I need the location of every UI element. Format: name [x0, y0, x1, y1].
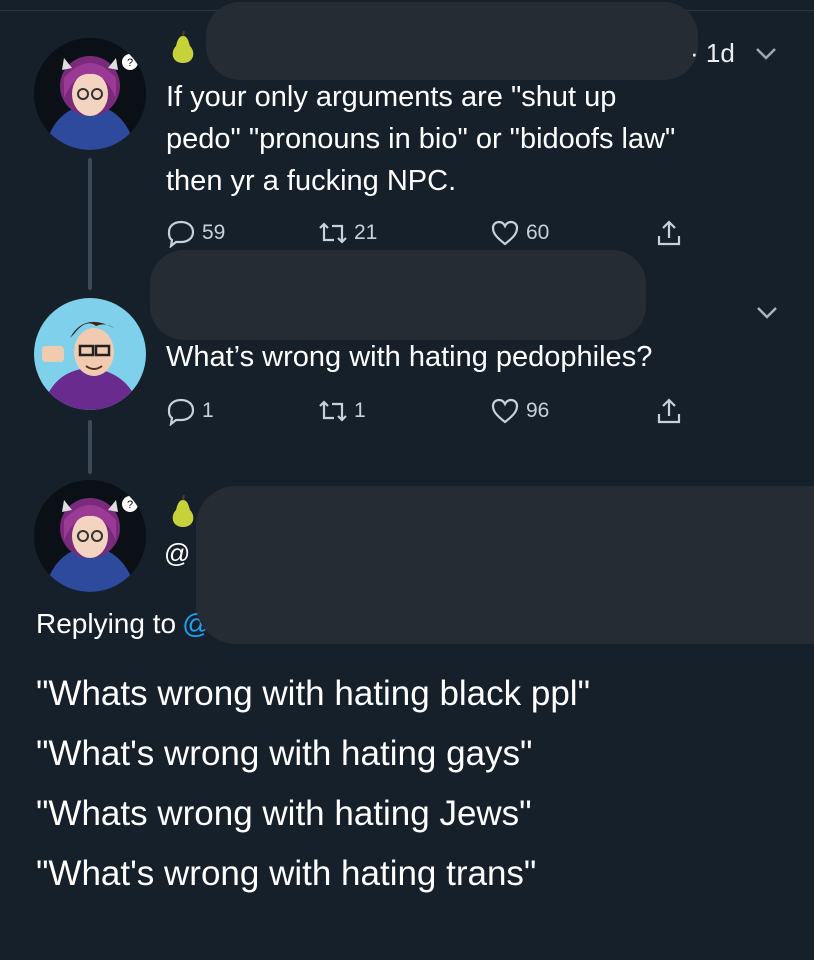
like-count: 96 — [526, 399, 550, 422]
thread-connector — [88, 158, 92, 290]
like-button[interactable]: 60 — [490, 218, 549, 248]
retweet-icon — [319, 400, 347, 422]
pear-emoji — [172, 30, 194, 63]
reply-count: 1 — [202, 399, 214, 422]
reply-button[interactable]: 59 — [166, 218, 225, 248]
chevron-down-icon[interactable] — [756, 306, 778, 320]
user-handle[interactable]: @ — [164, 538, 190, 569]
svg-text:?: ? — [127, 499, 133, 511]
tweet-line: If your only arguments are "shut up — [166, 81, 617, 113]
chevron-down-icon[interactable] — [755, 47, 777, 61]
share-button[interactable] — [654, 218, 684, 248]
svg-text:?: ? — [127, 57, 133, 69]
tweet-line: "What's wrong with hating trans" — [36, 854, 537, 893]
avatar-user-1[interactable]: ? — [34, 480, 146, 592]
reply-button[interactable]: 1 — [166, 396, 214, 426]
focused-tweet-body: "Whats wrong with hating black ppl" "Wha… — [36, 664, 806, 904]
heart-icon — [491, 220, 519, 246]
retweet-count: 21 — [354, 221, 378, 244]
share-button[interactable] — [654, 396, 684, 426]
replying-to-label: Replying to — [36, 608, 177, 639]
like-button[interactable]: 96 — [490, 396, 549, 426]
reply-icon — [167, 220, 195, 248]
heart-icon — [491, 398, 519, 424]
redacted-username — [206, 2, 698, 80]
tweet-line: "Whats wrong with hating Jews" — [36, 794, 532, 833]
redacted-username — [150, 250, 646, 340]
like-count: 60 — [526, 221, 550, 244]
thread-connector — [88, 420, 92, 474]
retweet-button[interactable]: 1 — [318, 396, 366, 426]
tweet-body: What’s wrong with hating pedophiles? — [166, 341, 653, 373]
reply-count: 59 — [202, 221, 226, 244]
retweet-button[interactable]: 21 — [318, 218, 377, 248]
tweet-line: "What's wrong with hating gays" — [36, 734, 533, 773]
tweet-timestamp[interactable]: · 1d — [690, 38, 735, 69]
tweet-line: then yr a fucking NPC. — [166, 165, 457, 197]
redacted-username — [196, 486, 814, 644]
tweet-line: "Whats wrong with hating black ppl" — [36, 674, 591, 713]
retweet-icon — [319, 222, 347, 244]
tweet-line: pedo" "pronouns in bio" or "bidoofs law" — [166, 123, 676, 155]
retweet-count: 1 — [354, 399, 366, 422]
reply-icon — [167, 398, 195, 426]
replying-to-line: Replying to @ — [36, 608, 211, 640]
pear-emoji — [172, 494, 194, 527]
share-icon — [657, 398, 681, 424]
avatar-user-1[interactable]: ? — [34, 38, 146, 150]
avatar-user-2[interactable] — [34, 298, 146, 410]
tweet-body: If your only arguments are "shut up pedo… — [166, 76, 796, 202]
share-icon — [657, 220, 681, 246]
